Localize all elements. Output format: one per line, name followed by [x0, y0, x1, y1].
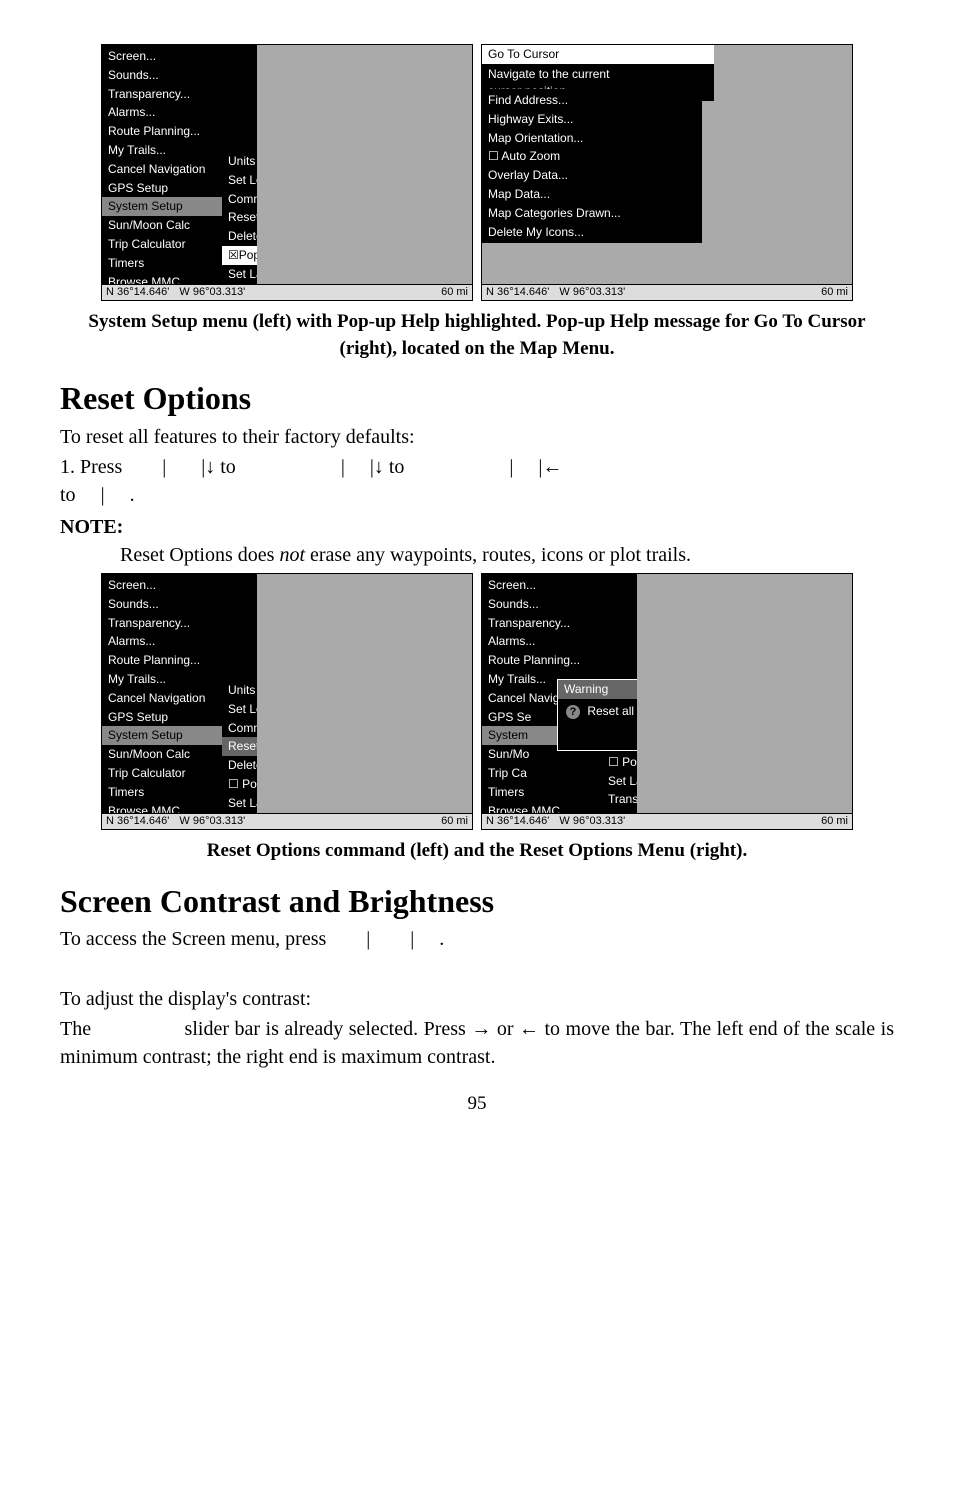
menu-item: Screen...: [482, 576, 637, 595]
figure-1-caption: System Setup menu (left) with Pop-up Hel…: [60, 309, 894, 362]
menu-item: Alarms...: [482, 632, 637, 651]
map-background: [637, 574, 852, 829]
menu-item: Transparency...: [102, 85, 257, 104]
menu-item: ☐ Auto Zoom: [482, 147, 702, 166]
menu-item: Delete My Icons...: [482, 223, 702, 242]
fig2-right-screenshot: Screen... Sounds... Transparency... Alar…: [481, 573, 853, 830]
status-bar: N 36°14.646' W 96°03.313' 60 mi: [102, 284, 472, 300]
status-scale: 60 mi: [821, 285, 848, 300]
menu-item: Transparency...: [482, 614, 637, 633]
reset-step: 1. Press | |↓ to | |↓ to | |← to | .: [60, 453, 894, 509]
menu-item: Alarms...: [102, 632, 257, 651]
menu-item: Route Planning...: [102, 122, 257, 141]
map-background: [257, 574, 472, 829]
fig2-left-screenshot: Screen... Sounds... Transparency... Alar…: [101, 573, 473, 830]
status-lon: W 96°03.313': [179, 814, 245, 829]
status-lat: N 36°14.646': [486, 814, 549, 829]
menu-item: Sounds...: [102, 66, 257, 85]
status-scale: 60 mi: [821, 814, 848, 829]
screen-para: The slider bar is already selected. Pres…: [60, 1015, 894, 1071]
status-lat: N 36°14.646': [106, 814, 169, 829]
heading-reset-options: Reset Options: [60, 376, 894, 421]
page-number: 95: [60, 1091, 894, 1118]
status-lon: W 96°03.313': [559, 814, 625, 829]
status-scale: 60 mi: [441, 285, 468, 300]
menu-item: Sounds...: [102, 595, 257, 614]
menu-item: Screen...: [102, 47, 257, 66]
status-lat: N 36°14.646': [486, 285, 549, 300]
map-background: [257, 45, 472, 300]
status-bar: N 36°14.646' W 96°03.313' 60 mi: [102, 813, 472, 829]
menu-item: Find Address...: [482, 91, 702, 110]
step-to: to: [389, 456, 405, 478]
status-lat: N 36°14.646': [106, 285, 169, 300]
screen-line2: To adjust the display's contrast:: [60, 985, 894, 1013]
menu-item: Overlay Data...: [482, 166, 702, 185]
menu-item: Sounds...: [482, 595, 637, 614]
figure-2: Screen... Sounds... Transparency... Alar…: [60, 573, 894, 830]
menu-item: Screen...: [102, 576, 257, 595]
menu-item: Transparency...: [102, 614, 257, 633]
fig1-left-screenshot: Screen... Sounds... Transparency... Alar…: [101, 44, 473, 301]
tooltip-line: Navigate to the current: [488, 66, 708, 83]
note-label: NOTE:: [60, 513, 894, 541]
tooltip-title: Go To Cursor: [482, 45, 714, 64]
status-scale: 60 mi: [441, 814, 468, 829]
reset-intro: To reset all features to their factory d…: [60, 423, 894, 451]
fig1-right-screenshot: Go To Cursor Navigate to the current cur…: [481, 44, 853, 301]
map-menu: Find Address... Highway Exits... Map Ori…: [482, 89, 702, 243]
heading-screen-contrast: Screen Contrast and Brightness: [60, 879, 894, 924]
step-to: to: [60, 484, 76, 506]
status-lon: W 96°03.313': [179, 285, 245, 300]
menu-item: Route Planning...: [482, 651, 637, 670]
menu-item: Map Data...: [482, 185, 702, 204]
question-icon: ?: [566, 705, 580, 719]
status-bar: N 36°14.646' W 96°03.313' 60 mi: [482, 813, 852, 829]
step-to: to: [220, 456, 236, 478]
menu-item: Alarms...: [102, 103, 257, 122]
status-bar: N 36°14.646' W 96°03.313' 60 mi: [482, 284, 852, 300]
step-press: 1. Press: [60, 456, 122, 478]
menu-item: Highway Exits...: [482, 110, 702, 129]
figure-1: Screen... Sounds... Transparency... Alar…: [60, 44, 894, 301]
menu-item: Map Orientation...: [482, 129, 702, 148]
note-body: Reset Options does not erase any waypoin…: [120, 541, 894, 569]
note-block: NOTE: Reset Options does not erase any w…: [60, 513, 894, 569]
status-lon: W 96°03.313': [559, 285, 625, 300]
menu-item: Route Planning...: [102, 651, 257, 670]
figure-2-caption: Reset Options command (left) and the Res…: [60, 838, 894, 865]
screen-line1: To access the Screen menu, press | | .: [60, 925, 894, 953]
menu-item: Map Categories Drawn...: [482, 204, 702, 223]
